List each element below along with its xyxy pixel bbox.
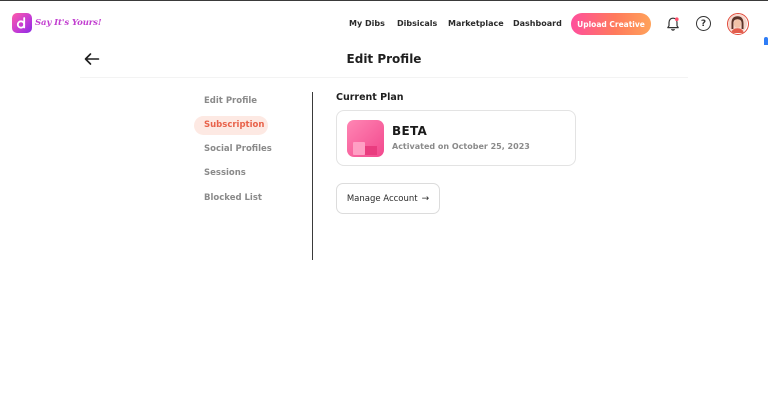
user-avatar[interactable] bbox=[727, 13, 749, 35]
sidebar-item-edit-profile[interactable]: Edit Profile bbox=[204, 96, 257, 106]
nav-link-my-dibs[interactable]: My Dibs bbox=[349, 19, 385, 28]
nav-link-dashboard[interactable]: Dashboard bbox=[513, 19, 562, 28]
sidebar-item-subscription[interactable]: Subscription bbox=[204, 120, 264, 130]
brand-logo[interactable]: Say It's Yours! bbox=[12, 13, 102, 33]
plan-name: BETA bbox=[392, 124, 428, 138]
notification-bell-icon[interactable] bbox=[665, 16, 681, 32]
nav-link-marketplace[interactable]: Marketplace bbox=[448, 19, 504, 28]
plan-badge-icon bbox=[347, 120, 384, 157]
upload-creative-button[interactable]: Upload Creative bbox=[571, 13, 651, 35]
current-plan-heading: Current Plan bbox=[336, 92, 404, 103]
manage-account-label: Manage Account bbox=[346, 193, 418, 204]
arrow-right-icon: → bbox=[421, 193, 430, 204]
sidebar-item-blocked-list[interactable]: Blocked List bbox=[204, 193, 262, 203]
nav-link-dibsicals[interactable]: Dibsicals bbox=[397, 19, 437, 28]
sidebar-item-social-profiles[interactable]: Social Profiles bbox=[204, 144, 272, 154]
title-divider bbox=[80, 77, 688, 78]
plan-activated-date: Activated on October 25, 2023 bbox=[392, 142, 530, 151]
top-navbar: Say It's Yours! My Dibs Dibsicals Market… bbox=[0, 1, 768, 45]
logo-text: Say It's Yours! bbox=[35, 18, 102, 28]
plan-card: BETA Activated on October 25, 2023 bbox=[336, 110, 576, 166]
help-icon[interactable]: ? bbox=[696, 16, 711, 31]
logo-icon bbox=[12, 13, 32, 33]
page-title: Edit Profile bbox=[346, 52, 422, 66]
manage-account-button[interactable]: Manage Account → bbox=[336, 183, 440, 214]
sidebar-item-sessions[interactable]: Sessions bbox=[204, 168, 246, 178]
vertical-divider bbox=[312, 92, 313, 260]
